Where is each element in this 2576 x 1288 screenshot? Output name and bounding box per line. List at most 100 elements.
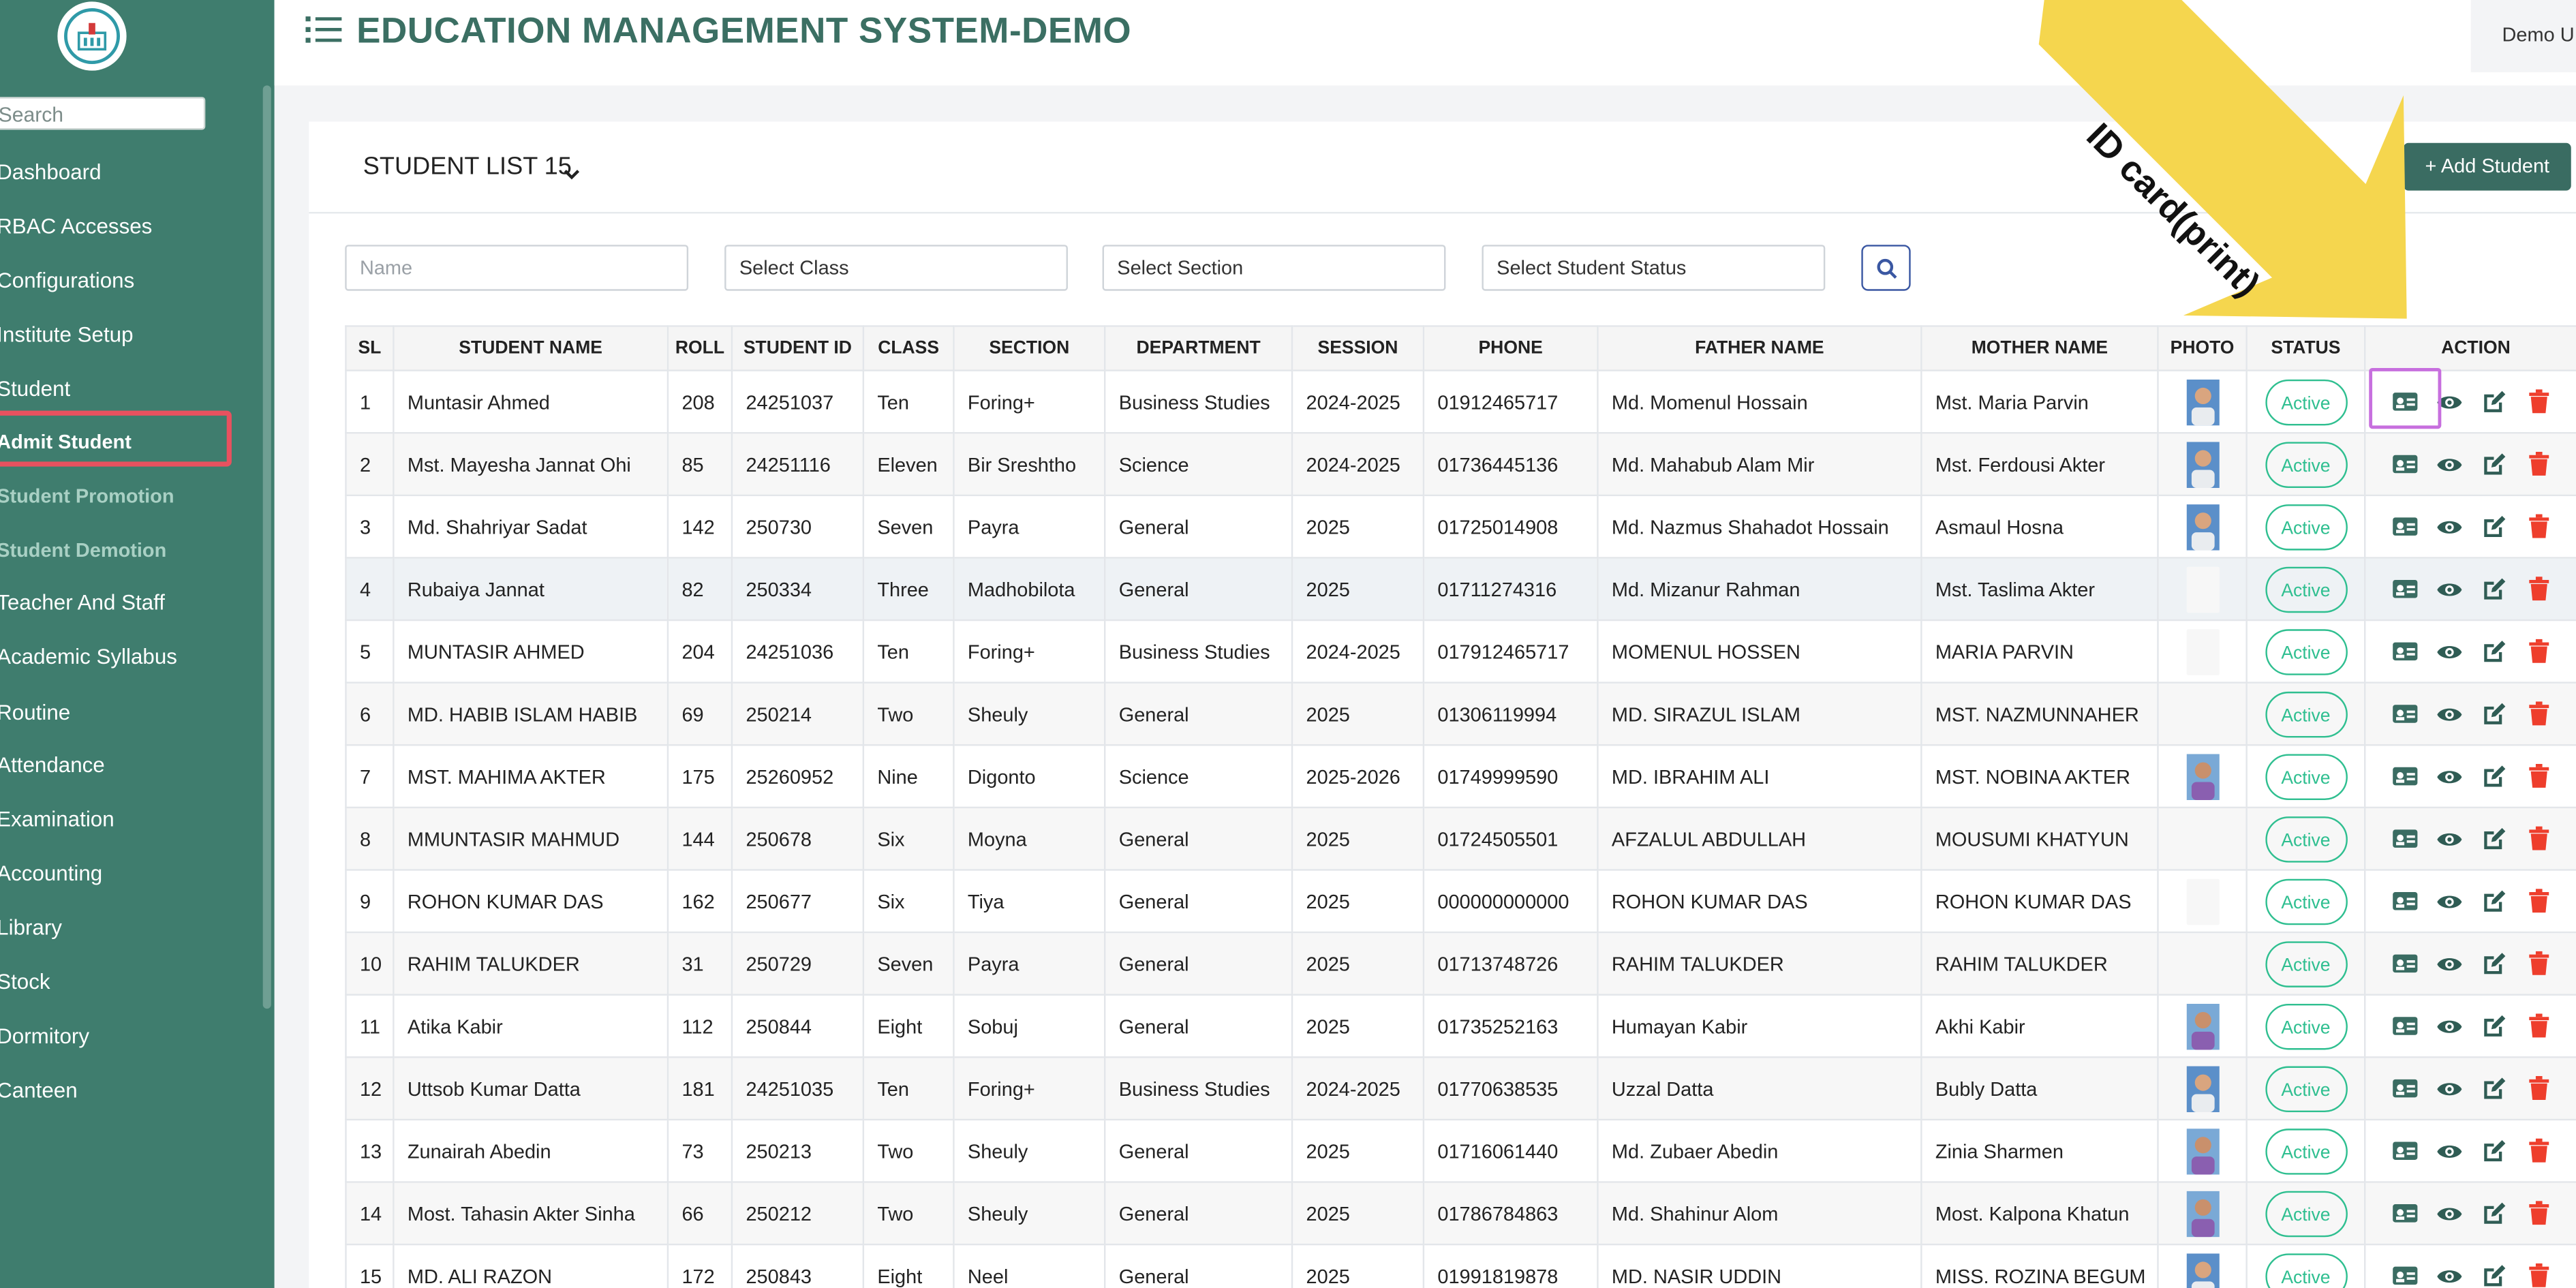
eye-icon[interactable] (2436, 701, 2463, 727)
column-header-sl[interactable]: SL (345, 325, 395, 371)
student-status-select[interactable]: Select Student Status (1482, 245, 1826, 291)
sidebar-item-examination[interactable]: Examination (0, 807, 114, 831)
edit-icon[interactable] (2481, 451, 2507, 478)
student-photo[interactable] (2186, 1253, 2219, 1288)
edit-icon[interactable] (2481, 513, 2507, 540)
column-header-department[interactable]: DEPARTMENT (1103, 325, 1293, 371)
status-badge[interactable]: Active (2265, 1002, 2347, 1049)
eye-icon[interactable] (2436, 513, 2463, 540)
name-filter-input[interactable] (345, 245, 689, 291)
list-menu-icon[interactable] (305, 15, 342, 52)
edit-icon[interactable] (2481, 1137, 2507, 1164)
eye-icon[interactable] (2436, 1075, 2463, 1102)
id-card-icon[interactable] (2392, 1075, 2419, 1102)
edit-icon[interactable] (2481, 763, 2507, 790)
eye-icon[interactable] (2436, 1263, 2463, 1288)
student-photo[interactable] (2186, 1190, 2219, 1237)
sidebar-item-dashboard[interactable]: Dashboard (0, 159, 102, 184)
eye-icon[interactable] (2436, 951, 2463, 977)
edit-icon[interactable] (2481, 1263, 2507, 1288)
search-button[interactable] (1861, 245, 1911, 291)
sidebar-item-institute-setup[interactable]: Institute Setup (0, 322, 134, 346)
column-header-roll[interactable]: ROLL (666, 325, 733, 371)
add-student-button[interactable]: + Add Student (2403, 142, 2571, 191)
status-badge[interactable]: Active (2265, 503, 2347, 550)
sidebar-item-rbac[interactable]: RBAC Accesses (0, 213, 152, 238)
status-badge[interactable]: Active (2265, 566, 2347, 612)
column-header-class[interactable]: CLASS (862, 325, 955, 371)
id-card-icon[interactable] (2392, 1013, 2419, 1039)
column-header-status[interactable]: STATUS (2245, 325, 2366, 371)
sidebar-item-routine[interactable]: Routine (0, 700, 70, 724)
edit-icon[interactable] (2481, 639, 2507, 665)
student-photo[interactable] (2186, 878, 2219, 925)
sidebar-item-attendance[interactable]: Attendance (0, 752, 105, 777)
status-badge[interactable]: Active (2265, 690, 2347, 737)
edit-icon[interactable] (2481, 576, 2507, 602)
trash-icon[interactable] (2525, 701, 2551, 727)
eye-icon[interactable] (2436, 825, 2463, 852)
sidebar-item-student[interactable]: Student (0, 376, 70, 401)
sidebar-item-canteen[interactable]: Canteen (0, 1077, 78, 1102)
column-header-father-name[interactable]: FATHER NAME (1597, 325, 1922, 371)
student-photo[interactable] (2186, 441, 2219, 487)
student-photo[interactable] (2186, 753, 2219, 799)
status-badge[interactable]: Active (2265, 753, 2347, 799)
sidebar-item-teacher-staff[interactable]: Teacher And Staff (0, 589, 165, 614)
id-card-icon[interactable] (2392, 825, 2419, 852)
sidebar-item-stock[interactable]: Stock (0, 969, 50, 994)
trash-icon[interactable] (2525, 1263, 2551, 1288)
trash-icon[interactable] (2525, 513, 2551, 540)
id-card-icon[interactable] (2392, 888, 2419, 915)
class-select[interactable]: Select Class (724, 245, 1068, 291)
id-card-icon[interactable] (2392, 451, 2419, 478)
trash-icon[interactable] (2525, 888, 2551, 915)
edit-icon[interactable] (2481, 888, 2507, 915)
column-header-section[interactable]: SECTION (953, 325, 1106, 371)
status-badge[interactable]: Active (2265, 815, 2347, 862)
trash-icon[interactable] (2525, 576, 2551, 602)
eye-icon[interactable] (2436, 639, 2463, 665)
edit-icon[interactable] (2481, 701, 2507, 727)
status-badge[interactable]: Active (2265, 1065, 2347, 1111)
eye-icon[interactable] (2436, 576, 2463, 602)
trash-icon[interactable] (2525, 763, 2551, 790)
trash-icon[interactable] (2525, 1075, 2551, 1102)
eye-icon[interactable] (2436, 1013, 2463, 1039)
sidebar-item-configurations[interactable]: Configurations (0, 268, 134, 292)
status-badge[interactable]: Active (2265, 878, 2347, 925)
id-card-icon[interactable] (2392, 576, 2419, 602)
id-card-icon[interactable] (2392, 951, 2419, 977)
status-badge[interactable]: Active (2265, 1253, 2347, 1288)
student-photo[interactable] (2186, 503, 2219, 550)
eye-icon[interactable] (2436, 888, 2463, 915)
user-menu[interactable]: Demo U (2470, 0, 2576, 73)
eye-icon[interactable] (2436, 763, 2463, 790)
status-badge[interactable]: Active (2265, 441, 2347, 487)
student-photo[interactable] (2186, 378, 2219, 425)
student-list-title[interactable]: STUDENT LIST 15 (363, 153, 572, 181)
student-photo[interactable] (2186, 628, 2219, 675)
id-card-icon[interactable] (2392, 701, 2419, 727)
column-header-session[interactable]: SESSION (1291, 325, 1425, 371)
eye-icon[interactable] (2436, 451, 2463, 478)
student-photo[interactable] (2186, 1065, 2219, 1111)
sidebar-item-student-demotion[interactable]: Student Demotion (0, 539, 166, 562)
status-badge[interactable]: Active (2265, 378, 2347, 425)
eye-icon[interactable] (2436, 1200, 2463, 1227)
edit-icon[interactable] (2481, 1200, 2507, 1227)
edit-icon[interactable] (2481, 825, 2507, 852)
column-header-mother-name[interactable]: MOTHER NAME (1920, 325, 2159, 371)
status-badge[interactable]: Active (2265, 1127, 2347, 1174)
id-card-icon[interactable] (2392, 513, 2419, 540)
id-card-icon[interactable] (2392, 1263, 2419, 1288)
status-badge[interactable]: Active (2265, 628, 2347, 675)
id-card-icon[interactable] (2392, 763, 2419, 790)
edit-icon[interactable] (2481, 951, 2507, 977)
trash-icon[interactable] (2525, 388, 2551, 415)
column-header-student-id[interactable]: STUDENT ID (731, 325, 865, 371)
column-header-student-name[interactable]: STUDENT NAME (393, 325, 669, 371)
sidebar-item-accounting[interactable]: Accounting (0, 861, 102, 885)
sidebar-item-dormitory[interactable]: Dormitory (0, 1024, 89, 1048)
section-select[interactable]: Select Section (1102, 245, 1446, 291)
